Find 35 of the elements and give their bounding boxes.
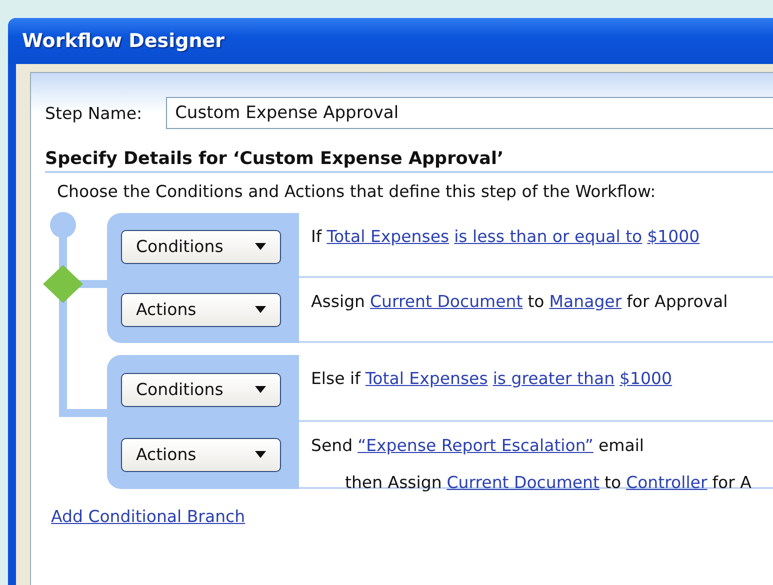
rule-text: If <box>311 227 322 246</box>
window-title: Workflow Designer <box>22 30 225 52</box>
rule-text: for A <box>712 473 752 492</box>
step-name-field[interactable]: Custom Expense Approval <box>166 97 773 129</box>
rule-link[interactable]: Controller <box>626 473 708 492</box>
rule-text: Send <box>311 436 353 455</box>
rule-text: to <box>528 292 544 311</box>
rule-link[interactable]: Current Document <box>370 292 523 311</box>
dropdown-button[interactable]: Conditions <box>121 230 281 264</box>
step-name-label: Step Name: <box>45 104 142 122</box>
caret-icon <box>255 243 266 250</box>
instruction-text: Choose the Conditions and Actions that define this step of the Workflow: <box>57 182 657 201</box>
rule-link[interactable]: Total Expenses <box>326 227 450 246</box>
rule-text: then Assign <box>345 473 442 492</box>
rule-link[interactable]: is greater than <box>492 369 615 388</box>
rule-link[interactable]: Manager <box>549 292 622 311</box>
rule-text: to <box>604 473 622 492</box>
dropdown-button[interactable]: Conditions <box>121 372 281 406</box>
rule-link[interactable]: “Expense Report Escalation” <box>358 436 594 455</box>
rule-text: for Approval <box>626 292 728 311</box>
rule-text: Else if <box>311 369 360 388</box>
dropdown-button[interactable]: Actions <box>121 438 281 472</box>
caret-icon <box>255 306 266 313</box>
caret-icon <box>255 386 266 393</box>
rule-link[interactable]: Current Document <box>446 473 600 492</box>
rule-link[interactable]: is less than or equal to <box>454 227 642 246</box>
dropdown-button[interactable]: Actions <box>121 292 281 326</box>
rule-text: email <box>598 436 644 455</box>
section-heading: Specify Details for ‘Custom Expense Approval’ <box>45 149 773 173</box>
rule-link[interactable]: $1000 <box>620 369 672 388</box>
rule-link[interactable]: $1000 <box>647 227 700 246</box>
rule-link[interactable]: Total Expenses <box>365 369 488 388</box>
rule-text: Assign <box>311 292 365 311</box>
caret-icon <box>255 451 266 458</box>
add-branch-link[interactable]: Add Conditional Branch <box>51 507 246 526</box>
